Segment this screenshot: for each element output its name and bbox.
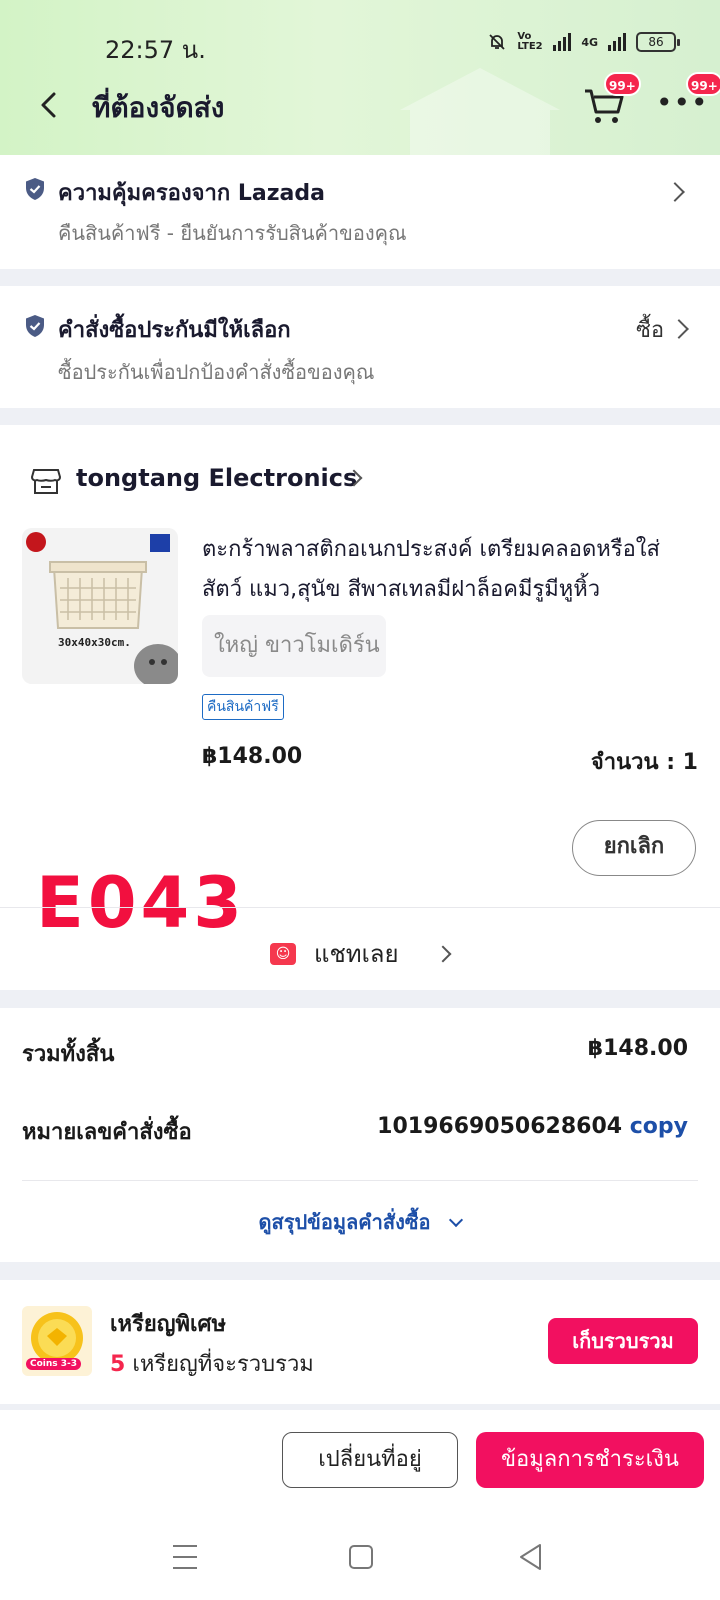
product-price: ฿148.00 <box>202 744 303 769</box>
menu-badge: 99+ <box>686 72 720 96</box>
chevron-right-icon <box>665 182 685 202</box>
coin-title: เหรียญพิเศษ <box>110 1312 226 1337</box>
copy-link[interactable]: copy <box>630 1114 688 1139</box>
divider <box>0 907 720 908</box>
product-title-line-2[interactable]: สัตว์ แมว,สุนัข สีพาสเทลมีฝาล็อคมีรูมีหู… <box>202 570 702 610</box>
total-value: ฿148.00 <box>587 1036 688 1061</box>
product-image[interactable]: 30x40x30cm. <box>22 528 178 684</box>
shield-icon <box>26 178 44 200</box>
top-bar: ที่ต้องจัดส่ง 99+ ••• 99+ <box>0 72 720 132</box>
insurance-buy-label[interactable]: ซื้อ <box>636 312 664 347</box>
coin-image: Coins 3-3 <box>22 1306 92 1376</box>
insurance-subtitle: ซื้อประกันเพื่อปกป้องคำสั่งซื้อของคุณ <box>58 360 375 384</box>
coin-subtitle-row: 5 เหรียญที่จะรวบรวม <box>110 1346 314 1381</box>
network-4g-icon: 4G <box>581 35 598 49</box>
app-header: 22:57 น. Vo LTE2 4G 86 ที่ต้องจัดส่ง 99+… <box>0 0 720 155</box>
order-number-row: 1019669050628604 copy <box>377 1114 688 1139</box>
order-number-label: หมายเลขคำสั่งซื้อ <box>22 1120 192 1145</box>
collect-coins-button[interactable]: เก็บรวบรวม <box>548 1318 698 1364</box>
volte-icon: Vo LTE2 <box>517 31 543 52</box>
home-nav-icon[interactable] <box>346 1540 376 1574</box>
store-icon <box>30 469 62 494</box>
free-return-tag: คืนสินค้าฟรี <box>202 694 284 720</box>
change-address-button[interactable]: เปลี่ยนที่อยู่ <box>282 1432 458 1488</box>
divider <box>22 1180 698 1181</box>
chevron-down-icon <box>449 1212 464 1228</box>
signal-1-icon <box>553 33 572 51</box>
back-nav-icon[interactable] <box>516 1540 546 1574</box>
menu-nav-icon[interactable] <box>170 1540 200 1574</box>
page-title: ที่ต้องจัดส่ง <box>92 91 225 124</box>
product-quantity: จำนวน : 1 <box>590 750 698 775</box>
payment-info-button[interactable]: ข้อมูลการชำระเงิน <box>476 1432 704 1488</box>
chevron-right-icon <box>669 319 689 339</box>
total-label: รวมทั้งสิ้น <box>22 1042 115 1067</box>
order-details-toggle[interactable]: ดูสรุปข้อมูลคำสั่งซื้อ <box>0 1206 720 1238</box>
product-variant: ใหญ่ ขาวโมเดิร์น <box>202 615 386 677</box>
coin-badge: Coins 3-3 <box>26 1358 82 1370</box>
status-icons: Vo LTE2 4G 86 <box>487 31 680 52</box>
coin-subtitle: เหรียญที่จะรวบรวม <box>132 1352 314 1377</box>
cart-badge: 99+ <box>604 72 641 96</box>
shield-icon <box>26 315 44 337</box>
order-details-link: ดูสรุปข้อมูลคำสั่งซื้อ <box>258 1210 431 1234</box>
cancel-button[interactable]: ยกเลิก <box>572 820 696 876</box>
signal-2-icon <box>608 33 626 51</box>
basket-image <box>22 528 178 684</box>
order-number: 1019669050628604 <box>377 1114 623 1139</box>
chat-now-button[interactable]: ☺ แชทเลย <box>270 934 452 973</box>
protection-subtitle: คืนสินค้าฟรี - ยืนยันการรับสินค้าของคุณ <box>58 221 407 245</box>
watermark-text: E043 <box>36 862 246 944</box>
mute-bell-icon <box>489 34 505 50</box>
lazada-protection-row[interactable]: ความคุ้มครองจาก Lazada คืนสินค้าฟรี - ยื… <box>0 155 720 269</box>
insurance-title: คำสั่งซื้อประกันมีให้เลือก <box>58 318 291 343</box>
status-bar: 22:57 น. Vo LTE2 4G 86 <box>0 28 720 64</box>
coin-count: 5 <box>110 1352 126 1377</box>
product-image-caption: 30x40x30cm. <box>58 636 131 649</box>
protection-title: ความคุ้มครองจาก Lazada <box>58 181 325 206</box>
back-arrow-icon[interactable] <box>34 88 64 122</box>
product-title-line-1[interactable]: ตะกร้าพลาสติกอเนกประสงค์ เตรียมคลอดหรือใ… <box>202 530 702 570</box>
status-time: 22:57 น. <box>105 36 206 64</box>
insurance-row[interactable]: คำสั่งซื้อประกันมีให้เลือก ซื้อประกันเพื… <box>0 286 720 408</box>
shop-name[interactable]: tongtang Electronics <box>76 464 357 492</box>
chevron-right-icon <box>434 945 452 962</box>
more-menu-icon[interactable]: ••• <box>656 89 709 117</box>
chat-icon: ☺ <box>270 942 296 965</box>
battery-icon: 86 <box>636 32 680 52</box>
chat-label: แชทเลย <box>314 940 399 968</box>
